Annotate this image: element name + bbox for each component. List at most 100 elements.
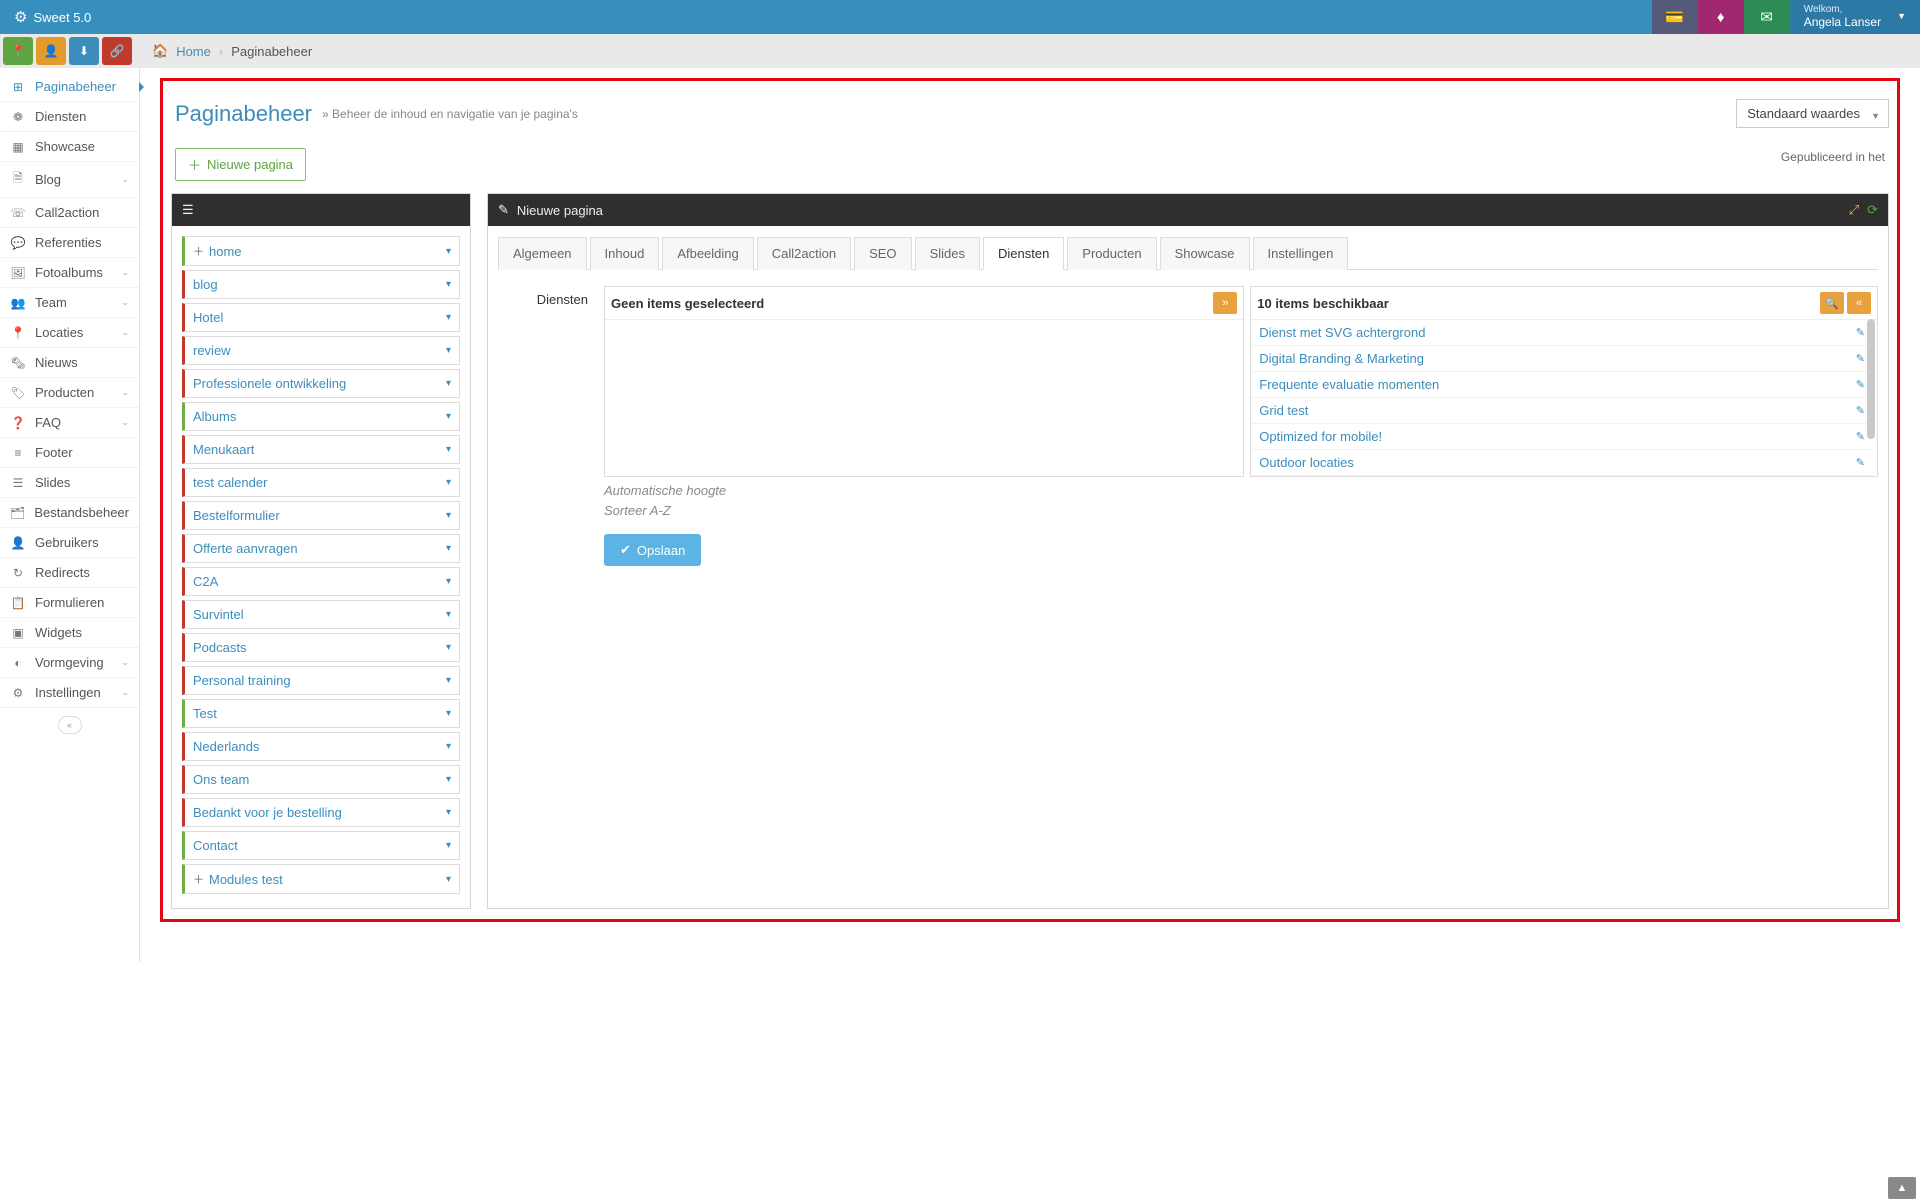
move-all-right-button[interactable]: » xyxy=(1213,292,1237,314)
tree-item-label[interactable]: Test xyxy=(193,706,446,721)
tree-item[interactable]: C2A▾ xyxy=(182,567,460,596)
sidebar-item-formulieren[interactable]: 📋Formulieren xyxy=(0,588,139,618)
tab-seo[interactable]: SEO xyxy=(854,237,911,270)
caret-down-icon[interactable]: ▾ xyxy=(446,741,451,752)
caret-down-icon[interactable]: ▾ xyxy=(446,675,451,686)
sidebar-item-blog[interactable]: 🗎Blog⌄ xyxy=(0,162,139,198)
sidebar-item-paginabeheer[interactable]: ⊞Paginabeheer xyxy=(0,72,139,102)
available-item[interactable]: Optimized for mobile!✎ xyxy=(1251,424,1873,450)
sidebar-item-bestandsbeheer[interactable]: 🗂Bestandsbeheer xyxy=(0,498,139,528)
topbar-mail-button[interactable]: ✉ xyxy=(1744,0,1790,34)
refresh-icon[interactable]: ⟳ xyxy=(1867,202,1878,218)
available-item-label[interactable]: Outdoor locaties xyxy=(1259,455,1856,470)
tab-call2action[interactable]: Call2action xyxy=(757,237,851,270)
sidebar-item-redirects[interactable]: ↻Redirects xyxy=(0,558,139,588)
mini-btn-download[interactable]: ⬇ xyxy=(69,37,99,65)
sidebar-collapse-button[interactable]: « xyxy=(58,716,82,734)
tree-item[interactable]: Offerte aanvragen▾ xyxy=(182,534,460,563)
pencil-icon[interactable]: ✎ xyxy=(1856,456,1865,469)
search-button[interactable]: 🔍 xyxy=(1820,292,1844,314)
tree-item[interactable]: Survintel▾ xyxy=(182,600,460,629)
caret-down-icon[interactable]: ▾ xyxy=(446,609,451,620)
caret-down-icon[interactable]: ▾ xyxy=(446,510,451,521)
available-item[interactable]: Frequente evaluatie momenten✎ xyxy=(1251,372,1873,398)
sidebar-item-slides[interactable]: ☰Slides xyxy=(0,468,139,498)
caret-down-icon[interactable]: ▾ xyxy=(446,378,451,389)
caret-down-icon[interactable]: ▾ xyxy=(446,477,451,488)
caret-down-icon[interactable]: ▾ xyxy=(446,874,451,885)
available-item-label[interactable]: Dienst met SVG achtergrond xyxy=(1259,325,1856,340)
sidebar-item-locaties[interactable]: 📍Locaties⌄ xyxy=(0,318,139,348)
sidebar-item-diensten[interactable]: ❁Diensten xyxy=(0,102,139,132)
tree-item-label[interactable]: Menukaart xyxy=(193,442,446,457)
caret-down-icon[interactable]: ▾ xyxy=(446,642,451,653)
caret-down-icon[interactable]: ▾ xyxy=(446,246,451,257)
pencil-icon[interactable]: ✎ xyxy=(1856,326,1865,339)
topbar-premium-button[interactable]: ♦ xyxy=(1698,0,1744,34)
tree-item[interactable]: Bestelformulier▾ xyxy=(182,501,460,530)
tree-item-label[interactable]: Contact xyxy=(193,838,446,853)
caret-down-icon[interactable]: ▾ xyxy=(446,774,451,785)
tree-item[interactable]: Ons team▾ xyxy=(182,765,460,794)
sidebar-item-showcase[interactable]: ▦Showcase xyxy=(0,132,139,162)
available-item-label[interactable]: Digital Branding & Marketing xyxy=(1259,351,1856,366)
move-all-left-button[interactable]: « xyxy=(1847,292,1871,314)
new-page-button[interactable]: ＋ Nieuwe pagina xyxy=(175,148,306,181)
tree-item[interactable]: Nederlands▾ xyxy=(182,732,460,761)
tree-item-label[interactable]: Podcasts xyxy=(193,640,446,655)
caret-down-icon[interactable]: ▾ xyxy=(446,411,451,422)
mini-btn-share[interactable]: 🔗 xyxy=(102,37,132,65)
tree-item-label[interactable]: blog xyxy=(193,277,446,292)
pencil-icon[interactable]: ✎ xyxy=(1856,404,1865,417)
tree-item-label[interactable]: Bestelformulier xyxy=(193,508,446,523)
available-item[interactable]: Grid test✎ xyxy=(1251,398,1873,424)
tab-slides[interactable]: Slides xyxy=(915,237,980,270)
sidebar-item-producten[interactable]: 🏷Producten⌄ xyxy=(0,378,139,408)
tree-item-label[interactable]: test calender xyxy=(193,475,446,490)
sidebar-item-faq[interactable]: ❓FAQ⌄ xyxy=(0,408,139,438)
tree-item[interactable]: Hotel▾ xyxy=(182,303,460,332)
available-item-label[interactable]: Grid test xyxy=(1259,403,1856,418)
breadcrumb-home[interactable]: Home xyxy=(176,44,211,59)
default-values-dropdown[interactable]: Standaard waardes ▼ xyxy=(1736,99,1889,128)
caret-down-icon[interactable]: ▾ xyxy=(446,807,451,818)
caret-down-icon[interactable]: ▾ xyxy=(446,576,451,587)
tree-item-label[interactable]: Survintel xyxy=(193,607,446,622)
sidebar-item-instellingen[interactable]: ⚙Instellingen⌄ xyxy=(0,678,139,708)
tab-afbeelding[interactable]: Afbeelding xyxy=(662,237,753,270)
pencil-icon[interactable]: ✎ xyxy=(1856,378,1865,391)
tree-item[interactable]: ＋Modules test▾ xyxy=(182,864,460,894)
sidebar-item-nieuws[interactable]: 🗞Nieuws xyxy=(0,348,139,378)
sidebar-item-team[interactable]: 👥Team⌄ xyxy=(0,288,139,318)
tree-item-label[interactable]: Albums xyxy=(193,409,446,424)
sidebar-item-gebruikers[interactable]: 👤Gebruikers xyxy=(0,528,139,558)
available-item[interactable]: Outdoor locaties✎ xyxy=(1251,450,1873,476)
tree-item-label[interactable]: Modules test xyxy=(209,872,446,887)
available-item-label[interactable]: Frequente evaluatie momenten xyxy=(1259,377,1856,392)
tab-inhoud[interactable]: Inhoud xyxy=(590,237,660,270)
sidebar-item-vormgeving[interactable]: ◐Vormgeving⌄ xyxy=(0,648,139,678)
tree-item[interactable]: blog▾ xyxy=(182,270,460,299)
tree-item[interactable]: test calender▾ xyxy=(182,468,460,497)
tab-producten[interactable]: Producten xyxy=(1067,237,1156,270)
caret-down-icon[interactable]: ▾ xyxy=(446,543,451,554)
tree-item-label[interactable]: C2A xyxy=(193,574,446,589)
tree-item-label[interactable]: Offerte aanvragen xyxy=(193,541,446,556)
caret-down-icon[interactable]: ▾ xyxy=(446,708,451,719)
tree-item-label[interactable]: Bedankt voor je bestelling xyxy=(193,805,446,820)
tree-item-label[interactable]: review xyxy=(193,343,446,358)
scroll-top-button[interactable]: ▲ xyxy=(1888,1177,1916,1199)
tree-item[interactable]: Menukaart▾ xyxy=(182,435,460,464)
caret-down-icon[interactable]: ▾ xyxy=(446,345,451,356)
available-item[interactable]: Dienst met SVG achtergrond✎ xyxy=(1251,320,1873,346)
tree-item-label[interactable]: Nederlands xyxy=(193,739,446,754)
caret-down-icon[interactable]: ▾ xyxy=(446,840,451,851)
pencil-icon[interactable]: ✎ xyxy=(1856,352,1865,365)
tree-item[interactable]: ＋home▾ xyxy=(182,236,460,266)
hamburger-icon[interactable]: ☰ xyxy=(182,202,194,218)
mini-btn-location[interactable]: 📍 xyxy=(3,37,33,65)
topbar-user-menu[interactable]: Welkom, Angela Lanser ▼ xyxy=(1790,0,1920,34)
tab-diensten[interactable]: Diensten xyxy=(983,237,1064,270)
tree-item[interactable]: review▾ xyxy=(182,336,460,365)
tree-item[interactable]: Test▾ xyxy=(182,699,460,728)
